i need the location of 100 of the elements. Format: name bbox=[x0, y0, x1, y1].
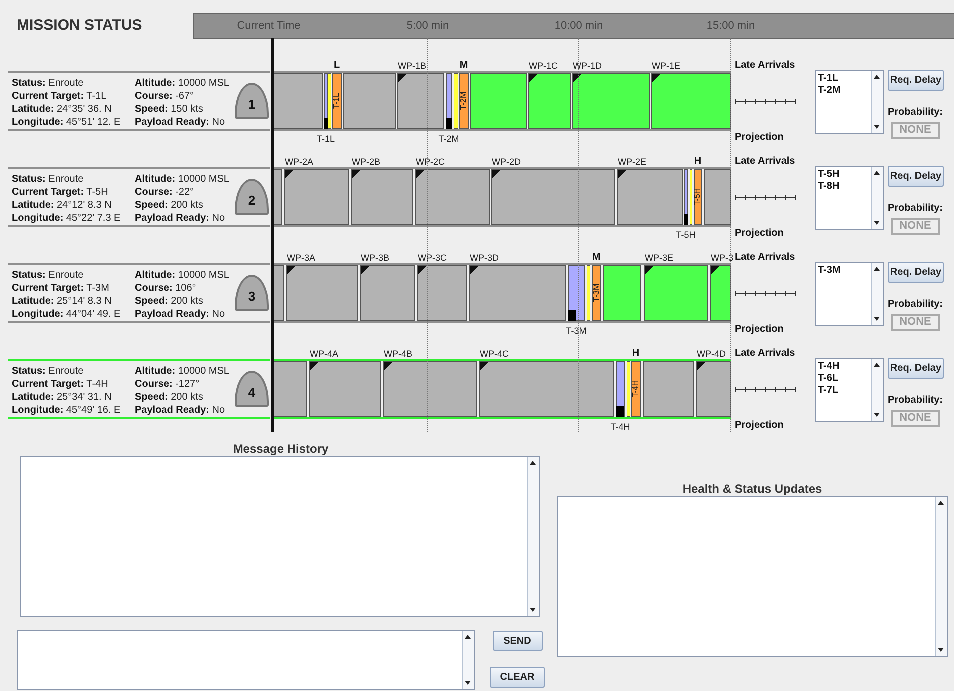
late-arrivals-list[interactable]: T-1L T-2M bbox=[815, 70, 884, 134]
field-value: 45°22' 7.3 E bbox=[65, 213, 121, 224]
target-label: T-5H bbox=[676, 230, 696, 240]
corner-flag-icon bbox=[492, 170, 501, 179]
number-badge: 1 bbox=[235, 83, 269, 119]
corner-flag-icon bbox=[480, 362, 489, 371]
request-delay-button[interactable]: Req. Delay bbox=[888, 70, 944, 91]
list-item[interactable]: T-7L bbox=[818, 385, 871, 397]
field-label: Longitude: bbox=[12, 405, 64, 416]
scroll-up-icon[interactable] bbox=[530, 461, 536, 465]
late-arrivals-label: Late Arrivals bbox=[735, 156, 796, 167]
field-label: Status: bbox=[12, 270, 46, 281]
unit-info-panel[interactable]: Status: Enroute Current Target: T-4H Latitude: 25°34' 31. N Longitude: 45°49' 16. E Altitude: 10000 MSL Course: -127° Speed: 200 kts Payload Ready: No 4 bbox=[8, 359, 270, 419]
field-label: Current Target: bbox=[12, 379, 84, 390]
request-delay-button[interactable]: Req. Delay bbox=[888, 166, 944, 187]
scrollbar[interactable] bbox=[871, 263, 883, 325]
field-value: Enroute bbox=[48, 366, 84, 377]
field-value: T-4H bbox=[86, 379, 108, 390]
scroll-up-icon[interactable] bbox=[465, 635, 471, 639]
scroll-up-icon[interactable] bbox=[938, 501, 944, 505]
target-label: T-2M bbox=[460, 92, 468, 110]
scrollbar[interactable] bbox=[527, 457, 539, 616]
priority-label: H bbox=[632, 348, 640, 359]
field-value: 150 kts bbox=[170, 104, 204, 115]
field-label: Longitude: bbox=[12, 213, 64, 224]
field-value: No bbox=[211, 117, 226, 128]
list-item[interactable]: T-2M bbox=[818, 85, 871, 97]
scroll-down-icon[interactable] bbox=[530, 608, 536, 612]
scroll-up-icon[interactable] bbox=[874, 363, 880, 367]
corner-flag-icon bbox=[361, 266, 370, 275]
scroll-down-icon[interactable] bbox=[938, 648, 944, 652]
time-label: 10:00 min bbox=[554, 20, 604, 32]
request-delay-button[interactable]: Req. Delay bbox=[888, 262, 944, 283]
corner-flag-icon bbox=[384, 362, 393, 371]
late-arrivals-list[interactable]: T-4H T-6L T-7L bbox=[815, 358, 884, 422]
field-value: -22° bbox=[174, 187, 194, 198]
field-label: Current Target: bbox=[12, 91, 84, 102]
unit-info-panel[interactable]: Status: Enroute Current Target: T-3M Latitude: 25°14' 8.3 N Longitude: 44°04' 49. E Altitude: 10000 MSL Course: 106° Speed: 200 kts Payload Ready: No 3 bbox=[8, 263, 270, 323]
number-badge: 4 bbox=[235, 371, 269, 407]
panel-title: MISSION STATUS bbox=[16, 16, 144, 36]
field-label: Payload Ready: bbox=[135, 213, 210, 224]
target-label: T-2M bbox=[438, 134, 460, 144]
waypoint-label: WP-4D bbox=[697, 349, 726, 359]
priority-label: L bbox=[334, 60, 340, 71]
scroll-up-icon[interactable] bbox=[874, 171, 880, 175]
message-input-field[interactable] bbox=[17, 630, 475, 690]
scroll-down-icon[interactable] bbox=[874, 125, 880, 129]
waypoint-label: WP-4A bbox=[310, 349, 339, 359]
list-item[interactable]: T-3M bbox=[818, 265, 871, 277]
field-label: Altitude: bbox=[135, 174, 176, 185]
waypoint-label: WP-1D bbox=[573, 61, 602, 71]
waypoint-label: WP-2C bbox=[416, 157, 445, 167]
projection-label: Projection bbox=[735, 132, 784, 143]
priority-label: H bbox=[694, 156, 702, 167]
target-label: T-1L bbox=[333, 93, 341, 109]
corner-flag-icon bbox=[697, 362, 706, 371]
list-item[interactable]: T-4H bbox=[818, 361, 871, 373]
waypoint-label: WP-4C bbox=[480, 349, 509, 359]
waypoint-label: WP-2D bbox=[492, 157, 521, 167]
waypoint-label: WP-2B bbox=[352, 157, 381, 167]
clear-button[interactable]: CLEAR bbox=[490, 667, 545, 688]
scrollbar[interactable] bbox=[871, 71, 883, 133]
late-arrivals-list[interactable]: T-5H T-8H bbox=[815, 166, 884, 230]
scrollbar[interactable] bbox=[871, 167, 883, 229]
scroll-up-icon[interactable] bbox=[874, 267, 880, 271]
waypoint-label: WP-3D bbox=[470, 253, 499, 263]
unit-info-panel[interactable]: Status: Enroute Current Target: T-1L Latitude: 24°35' 36. N Longitude: 45°51' 12. E Altitude: 10000 MSL Course: -67° Speed: 150 kts Payload Ready: No 1 bbox=[8, 71, 270, 131]
scroll-down-icon[interactable] bbox=[465, 681, 471, 685]
list-item[interactable]: T-8H bbox=[818, 181, 871, 193]
scrollbar[interactable] bbox=[462, 631, 474, 689]
field-value: Enroute bbox=[48, 270, 84, 281]
scroll-down-icon[interactable] bbox=[874, 317, 880, 321]
scroll-down-icon[interactable] bbox=[874, 221, 880, 225]
arrival-marker-icon bbox=[684, 214, 688, 225]
field-value: 10000 MSL bbox=[177, 174, 230, 185]
list-item[interactable]: T-5H bbox=[818, 169, 871, 181]
list-item[interactable]: T-1L bbox=[818, 73, 871, 85]
field-value: T-1L bbox=[86, 91, 107, 102]
scrollbar[interactable] bbox=[935, 497, 947, 656]
number-badge: 3 bbox=[235, 275, 269, 311]
scale-icon bbox=[735, 194, 796, 201]
scroll-down-icon[interactable] bbox=[874, 413, 880, 417]
probability-value: NONE bbox=[891, 314, 940, 331]
scrollbar[interactable] bbox=[871, 359, 883, 421]
scroll-up-icon[interactable] bbox=[874, 75, 880, 79]
probability-value: NONE bbox=[891, 218, 940, 235]
late-arrivals-list[interactable]: T-3M bbox=[815, 262, 884, 326]
corner-flag-icon bbox=[645, 266, 654, 275]
unit-info-panel[interactable]: Status: Enroute Current Target: T-5H Latitude: 24°12' 8.3 N Longitude: 45°22' 7.3 E Altitude: 10000 MSL Course: -22° Speed: 200 kts Payload Ready: No 2 bbox=[8, 167, 270, 227]
field-label: Course: bbox=[135, 187, 173, 198]
field-value: No bbox=[211, 309, 226, 320]
request-delay-button[interactable]: Req. Delay bbox=[888, 358, 944, 379]
late-arrivals-label: Late Arrivals bbox=[735, 252, 796, 263]
message-history-title: Message History bbox=[232, 442, 330, 456]
field-label: Status: bbox=[12, 174, 46, 185]
target-label: T-3M bbox=[566, 326, 587, 336]
list-item[interactable]: T-6L bbox=[818, 373, 871, 385]
send-button[interactable]: SEND bbox=[492, 631, 542, 651]
field-value: No bbox=[211, 213, 226, 224]
field-value: T-3M bbox=[86, 283, 110, 294]
